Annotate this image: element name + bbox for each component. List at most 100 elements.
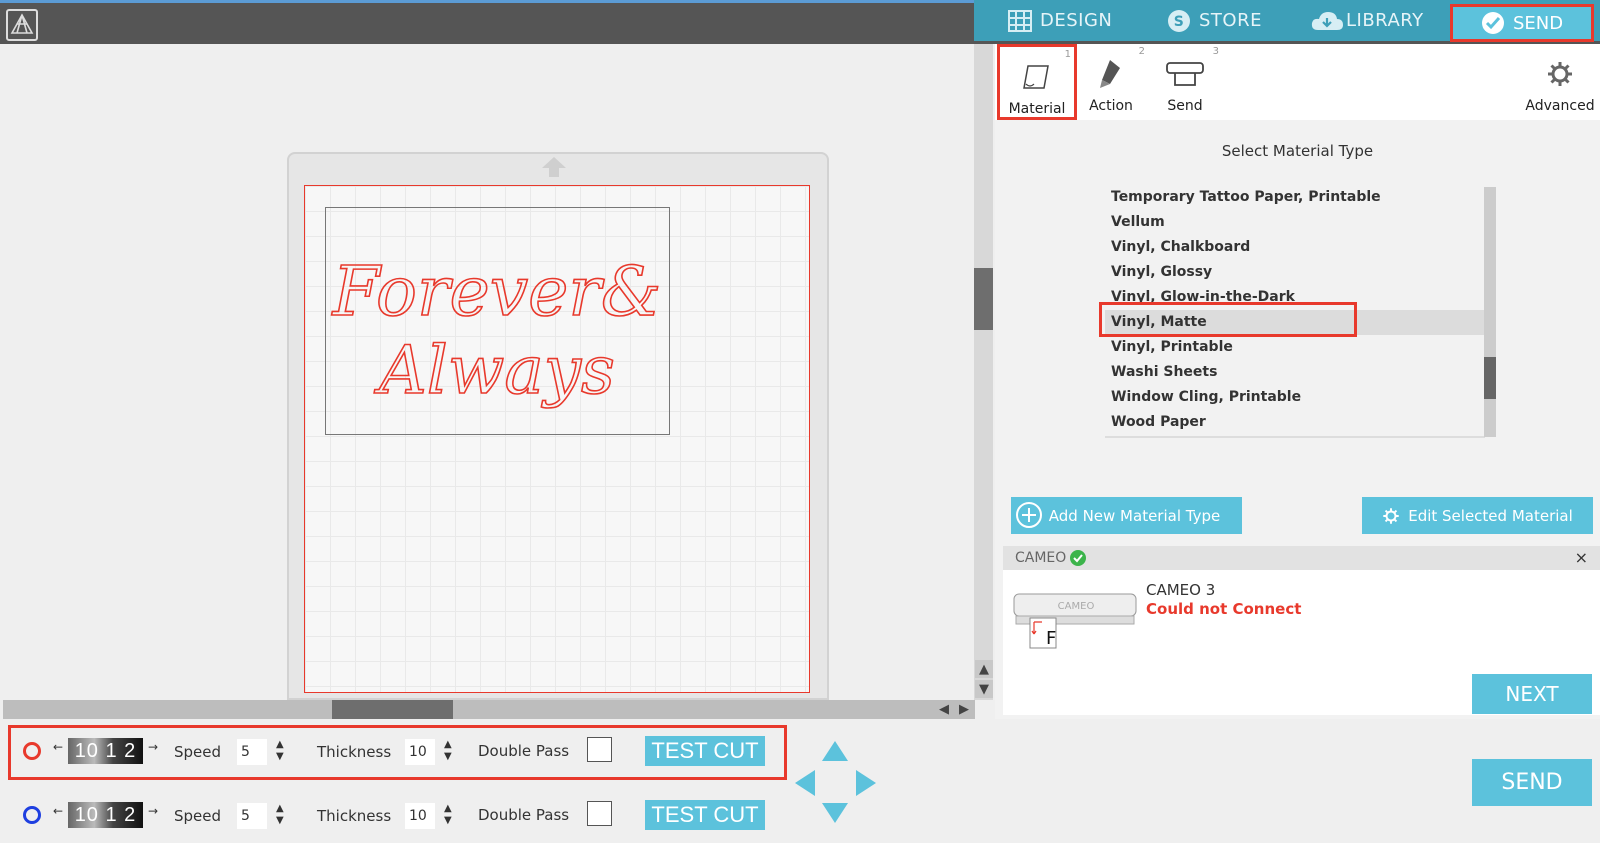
blade-left-arrow-icon[interactable]: ←: [53, 740, 63, 754]
vertical-scroll-thumb[interactable]: [974, 268, 993, 330]
material-list-item[interactable]: Temporary Tattoo Paper, Printable: [1105, 185, 1485, 210]
svg-text:S: S: [1174, 14, 1185, 30]
silhouette-logo[interactable]: [6, 9, 38, 41]
blade-icon: [1071, 56, 1151, 92]
scroll-right-icon[interactable]: ▶: [955, 700, 973, 718]
scroll-up-icon[interactable]: ▲: [975, 660, 993, 678]
move-left-icon[interactable]: [795, 770, 815, 796]
thickness-input[interactable]: 10: [405, 803, 435, 829]
app-window: DESIGN S STORE LIBRARY SEND Forever& Alw…: [0, 0, 1600, 843]
thickness-stepper-down-icon[interactable]: ▼: [444, 816, 452, 826]
tab-library[interactable]: LIBRARY: [1310, 0, 1424, 41]
tab-design-label: DESIGN: [1040, 10, 1113, 31]
plus-circle-icon: [1015, 501, 1043, 529]
blade-depth-dial[interactable]: 10 1 2: [68, 802, 143, 828]
advanced-button[interactable]: Advanced: [1522, 44, 1598, 120]
cloud-icon: [1310, 9, 1344, 33]
tool-color-indicator: [23, 806, 41, 824]
step-material-label: Material: [1008, 101, 1066, 117]
thickness-stepper-up-icon[interactable]: ▲: [444, 804, 452, 814]
cameo-image-letter: F: [1046, 628, 1056, 649]
next-button[interactable]: NEXT: [1472, 674, 1592, 714]
tab-design[interactable]: DESIGN: [1008, 0, 1112, 41]
speed-input[interactable]: 5: [237, 803, 267, 829]
cameo-image-text: CAMEO: [1058, 601, 1095, 612]
check-circle-icon: [1481, 11, 1505, 35]
thickness-stepper-down-icon[interactable]: ▼: [444, 752, 452, 762]
machine-icon: [1145, 56, 1225, 92]
step-action[interactable]: 2 Action: [1071, 44, 1151, 120]
device-bar-label: CAMEO: [1015, 550, 1067, 566]
blade-right-arrow-icon[interactable]: →: [148, 804, 158, 818]
move-up-icon[interactable]: [822, 741, 848, 761]
cameo-machine-image: CAMEO F: [1013, 593, 1137, 649]
material-title: Select Material Type: [1221, 142, 1374, 160]
speed-stepper-up-icon[interactable]: ▲: [276, 740, 284, 750]
material-list-item[interactable]: Vellum: [1105, 210, 1485, 235]
blade-left-arrow-icon[interactable]: ←: [53, 804, 63, 818]
connected-check-icon: [1070, 550, 1087, 566]
double-pass-label: Double Pass: [478, 742, 570, 760]
material-list-item[interactable]: Vinyl, Chalkboard: [1105, 235, 1485, 260]
selected-material-highlight: [1099, 302, 1357, 337]
scroll-down-icon[interactable]: ▼: [975, 680, 993, 698]
edit-material-label: Edit Selected Material: [1408, 506, 1573, 525]
design-line-2: Always: [373, 332, 615, 409]
test-cut-button[interactable]: TEST CUT: [645, 800, 765, 830]
tab-library-label: LIBRARY: [1346, 10, 1424, 31]
mat-load-arrow-icon: [541, 156, 567, 182]
thickness-label: Thickness: [317, 743, 392, 761]
close-icon[interactable]: ×: [1575, 548, 1588, 567]
step-action-label: Action: [1089, 98, 1133, 114]
device-name: CAMEO 3: [1146, 581, 1216, 599]
material-list-item[interactable]: Washi Sheets: [1105, 360, 1485, 385]
vertical-scrollbar[interactable]: [974, 44, 993, 700]
material-icon: [1000, 59, 1074, 95]
send-button[interactable]: SEND: [1472, 759, 1592, 806]
gear-icon: [1522, 56, 1598, 92]
scroll-left-icon[interactable]: ◀: [935, 700, 953, 718]
device-bar: CAMEO ×: [1003, 546, 1600, 570]
move-down-icon[interactable]: [822, 803, 848, 823]
test-cut-button[interactable]: TEST CUT: [645, 736, 765, 766]
double-pass-checkbox[interactable]: [587, 801, 612, 826]
step-number: 3: [1212, 46, 1219, 57]
step-send[interactable]: 3 Send: [1145, 44, 1225, 120]
tab-send[interactable]: SEND: [1450, 4, 1594, 42]
store-icon: S: [1167, 9, 1191, 33]
speed-stepper-down-icon[interactable]: ▼: [276, 752, 284, 762]
device-status: Could not Connect: [1146, 600, 1302, 618]
material-list-item[interactable]: Wood Paper: [1105, 410, 1485, 435]
thickness-input[interactable]: 10: [405, 739, 435, 765]
material-list-item[interactable]: Window Cling, Printable: [1105, 385, 1485, 410]
add-material-label: Add New Material Type: [1048, 506, 1221, 525]
edit-material-button[interactable]: Edit Selected Material: [1362, 497, 1593, 534]
speed-stepper-up-icon[interactable]: ▲: [276, 804, 284, 814]
step-send-label: Send: [1167, 98, 1203, 114]
add-material-button[interactable]: Add New Material Type: [1011, 497, 1242, 534]
material-list-scroll-thumb[interactable]: [1484, 357, 1496, 399]
tab-store-label: STORE: [1199, 10, 1262, 31]
grid-icon: [1008, 9, 1032, 32]
horizontal-scroll-thumb[interactable]: [332, 700, 453, 719]
step-material[interactable]: 1 Material: [997, 44, 1077, 120]
design-artwork[interactable]: Forever& Always: [325, 207, 670, 435]
thickness-label: Thickness: [317, 807, 392, 825]
material-list-scrollbar[interactable]: [1484, 187, 1496, 437]
material-list-item[interactable]: Vinyl, Glossy: [1105, 260, 1485, 285]
advanced-label: Advanced: [1525, 98, 1595, 114]
design-line-1: Forever&: [331, 253, 662, 332]
material-list-item[interactable]: Vinyl, Printable: [1105, 335, 1485, 360]
tab-send-label: SEND: [1512, 12, 1564, 34]
move-right-icon[interactable]: [856, 770, 876, 796]
tool-color-indicator: [23, 742, 41, 760]
thickness-stepper-up-icon[interactable]: ▲: [444, 740, 452, 750]
speed-input[interactable]: 5: [237, 739, 267, 765]
blade-right-arrow-icon[interactable]: →: [148, 740, 158, 754]
speed-stepper-down-icon[interactable]: ▼: [276, 816, 284, 826]
speed-label: Speed: [174, 743, 222, 761]
double-pass-checkbox[interactable]: [587, 737, 612, 762]
blade-depth-dial[interactable]: 10 1 2: [68, 738, 143, 764]
tab-store[interactable]: S STORE: [1167, 0, 1262, 41]
horizontal-scrollbar[interactable]: [3, 700, 975, 719]
